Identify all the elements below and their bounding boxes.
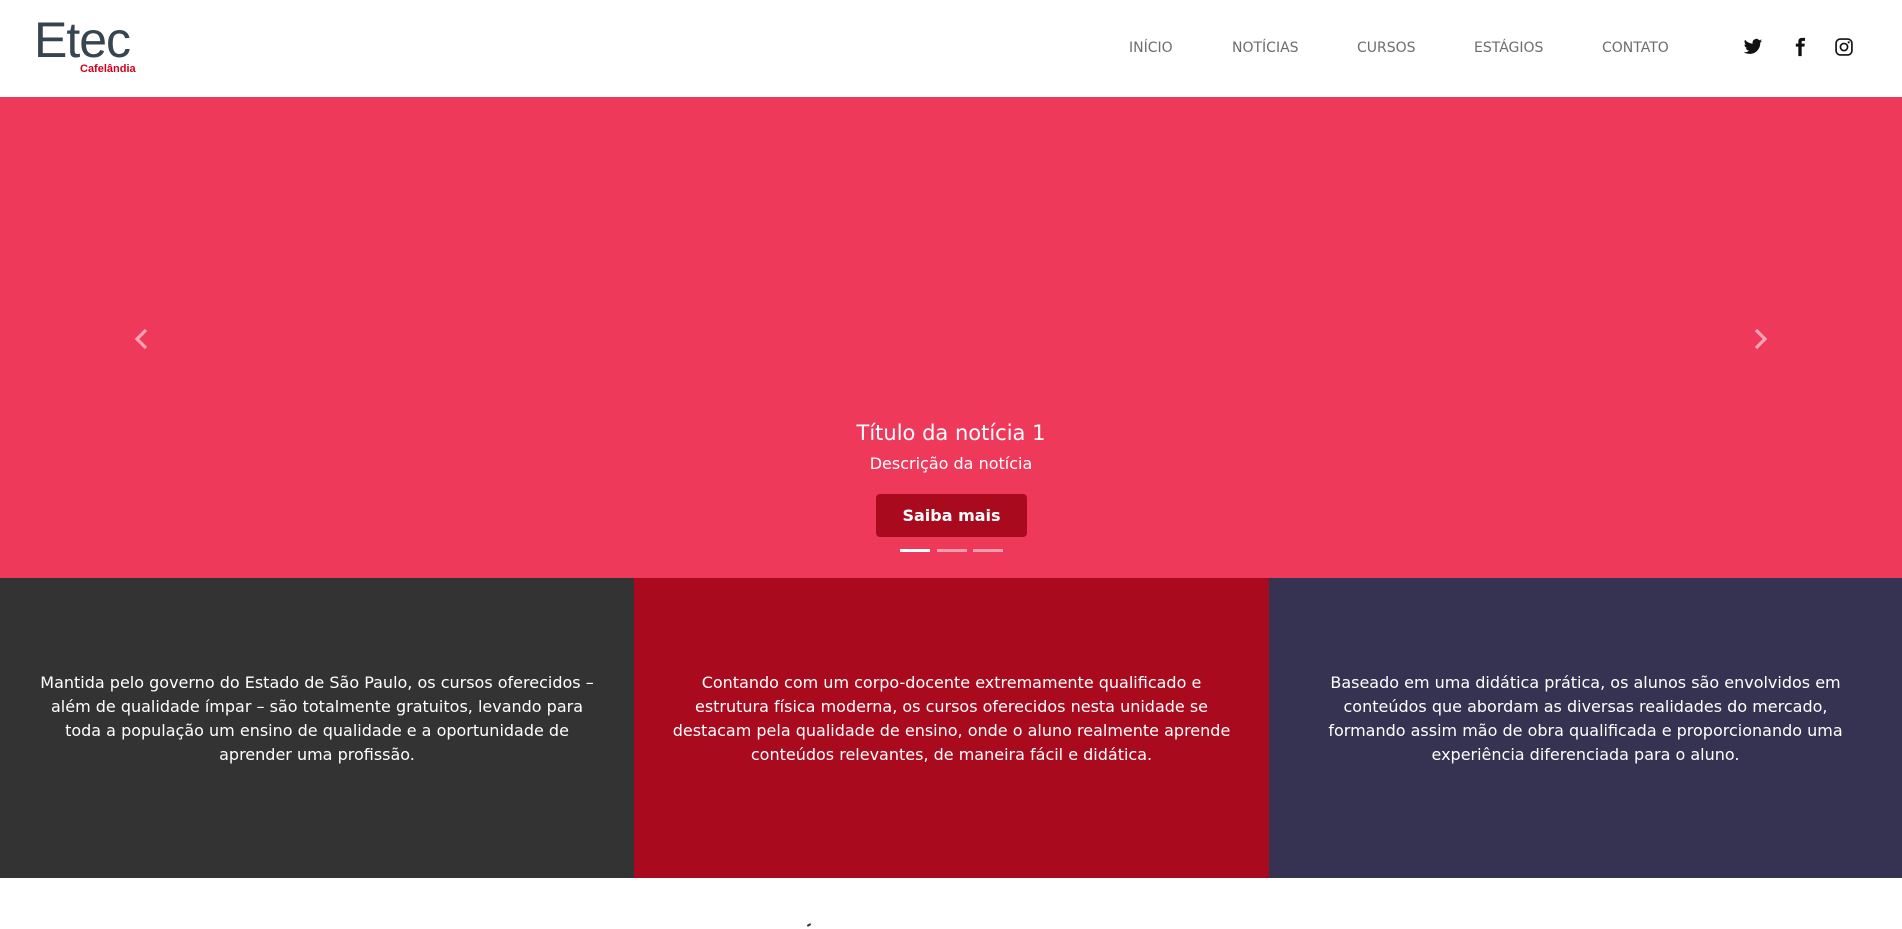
- nav-item-cursos[interactable]: CURSOS: [1357, 38, 1416, 58]
- next-section: [0, 878, 1902, 929]
- slide-description: Descrição da notícia: [869, 454, 1033, 473]
- feature-text: Contando com um corpo-docente extremamen…: [672, 673, 1231, 764]
- nav-item-noticias[interactable]: NOTÍCIAS: [1232, 38, 1299, 58]
- cut-off-glyph: [806, 923, 812, 927]
- chevron-right-icon[interactable]: [1746, 325, 1774, 353]
- nav-item-inicio[interactable]: INÍCIO: [1129, 38, 1173, 58]
- carousel-indicator-3[interactable]: [973, 549, 1003, 552]
- feature-panel-gratuito: Mantida pelo governo do Estado de São Pa…: [0, 578, 634, 878]
- feature-panel-pratica: Baseado em uma didática prática, os alun…: [1269, 578, 1902, 878]
- feature-text: Mantida pelo governo do Estado de São Pa…: [40, 673, 594, 764]
- slide-title: Título da notícia 1: [856, 421, 1046, 445]
- nav-item-contato[interactable]: CONTATO: [1602, 38, 1669, 58]
- chevron-left-icon[interactable]: [128, 325, 156, 353]
- carousel-indicators: [900, 549, 1005, 555]
- feature-panel-docentes: Contando com um corpo-docente extremamen…: [634, 578, 1269, 878]
- logo-subtitle: Cafelândia: [80, 63, 136, 75]
- carousel-indicator-1[interactable]: [900, 549, 930, 552]
- carousel-indicator-2[interactable]: [937, 549, 967, 552]
- saiba-mais-button[interactable]: Saiba mais: [876, 494, 1027, 537]
- hero-carousel: Título da notícia 1 Descrição da notícia…: [0, 97, 1902, 578]
- navbar: Etec Cafelândia INÍCIO NOTÍCIAS CURSOS E…: [0, 0, 1902, 97]
- instagram-icon[interactable]: [1834, 37, 1856, 59]
- main-nav: INÍCIO NOTÍCIAS CURSOS ESTÁGIOS CONTATO: [0, 38, 1902, 58]
- twitter-icon[interactable]: [1743, 37, 1765, 59]
- feature-text: Baseado em uma didática prática, os alun…: [1328, 673, 1843, 764]
- nav-item-estagios[interactable]: ESTÁGIOS: [1474, 38, 1543, 58]
- facebook-icon[interactable]: [1790, 37, 1812, 59]
